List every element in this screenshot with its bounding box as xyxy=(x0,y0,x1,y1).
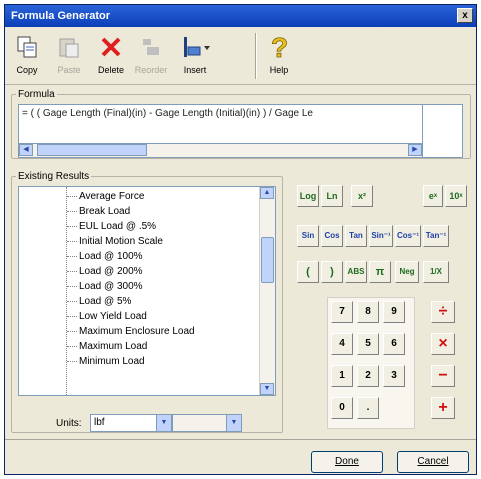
close-button[interactable]: x xyxy=(457,8,473,23)
svg-text:?: ? xyxy=(271,33,288,61)
results-tree[interactable]: Average Force Break Load EUL Load @ .5% … xyxy=(18,186,276,396)
acos-button[interactable]: Cos⁻¹ xyxy=(395,225,421,247)
divide-button[interactable]: ÷ xyxy=(431,301,455,323)
insert-button[interactable]: Insert xyxy=(177,33,213,79)
reorder-label: Reorder xyxy=(134,65,168,75)
add-button[interactable]: + xyxy=(431,397,455,419)
square-button[interactable]: x² xyxy=(351,185,373,207)
digit-2-button[interactable]: 2 xyxy=(357,365,379,387)
existing-results-legend: Existing Results xyxy=(18,171,90,182)
results-vertical-scrollbar[interactable]: ▲ ▼ xyxy=(259,187,275,395)
done-button[interactable]: Done xyxy=(311,451,383,473)
tree-item[interactable]: Break Load xyxy=(66,204,130,219)
pi-button[interactable]: π xyxy=(369,261,391,283)
tree-item[interactable]: Load @ 5% xyxy=(66,294,131,309)
atan-button[interactable]: Tan⁻¹ xyxy=(423,225,449,247)
toolbar-separator xyxy=(255,33,257,79)
chevron-down-icon[interactable]: ▼ xyxy=(226,415,241,431)
calculator-pad: Log Ln x² eˣ 10ˣ Sin Cos Tan Sin⁻¹ Cos⁻¹… xyxy=(289,173,471,435)
log-button[interactable]: Log xyxy=(297,185,319,207)
units-value: lbf xyxy=(94,417,105,428)
open-paren-button[interactable]: ( xyxy=(297,261,319,283)
cancel-label: Cancel xyxy=(417,456,449,467)
footer-divider xyxy=(5,439,476,440)
copy-label: Copy xyxy=(16,65,38,75)
formula-legend: Formula xyxy=(18,89,55,100)
tree-item[interactable]: EUL Load @ .5% xyxy=(66,219,156,234)
scroll-up-icon[interactable]: ▲ xyxy=(260,187,274,199)
scroll-thumb[interactable] xyxy=(261,237,274,283)
window-title: Formula Generator xyxy=(11,10,111,22)
neg-button[interactable]: Neg xyxy=(395,261,419,283)
help-label: Help xyxy=(269,65,289,75)
copy-button[interactable]: Copy xyxy=(9,33,45,79)
reorder-button[interactable]: Reorder xyxy=(133,33,169,79)
copy-icon xyxy=(9,33,45,61)
scroll-left-icon[interactable]: ◀ xyxy=(19,144,33,156)
digit-0-button[interactable]: 0 xyxy=(331,397,353,419)
digit-9-button[interactable]: 9 xyxy=(383,301,405,323)
digit-4-button[interactable]: 4 xyxy=(331,333,353,355)
delete-icon xyxy=(93,33,129,61)
paste-icon xyxy=(51,33,87,61)
tree-item[interactable]: Load @ 100% xyxy=(67,249,143,264)
tree-item[interactable]: Load @ 300% xyxy=(67,279,143,294)
reorder-icon xyxy=(133,33,169,61)
tree-item[interactable]: Load @ 200% xyxy=(67,264,143,279)
digit-7-button[interactable]: 7 xyxy=(331,301,353,323)
tree-item[interactable]: Average Force xyxy=(66,189,144,204)
formula-group: Formula = ( ( Gage Length (Final)(in) - … xyxy=(11,89,471,159)
multiply-button[interactable]: × xyxy=(431,333,455,355)
delete-button[interactable]: Delete xyxy=(93,33,129,79)
insert-label: Insert xyxy=(183,65,207,75)
toolbar: Copy Paste Delete Reorder Insert ? Help xyxy=(5,27,476,85)
close-paren-button[interactable]: ) xyxy=(321,261,343,283)
formula-generator-window: Formula Generator x Copy Paste Delete Re… xyxy=(4,4,477,475)
units-select[interactable]: lbf ▼ xyxy=(90,414,172,432)
digit-1-button[interactable]: 1 xyxy=(331,365,353,387)
digit-6-button[interactable]: 6 xyxy=(383,333,405,355)
existing-results-group: Existing Results Average Force Break Loa… xyxy=(11,171,283,433)
scroll-thumb[interactable] xyxy=(37,144,147,156)
chevron-down-icon[interactable]: ▼ xyxy=(156,415,171,431)
help-button[interactable]: ? Help xyxy=(261,33,297,79)
tree-item[interactable]: Initial Motion Scale xyxy=(67,234,163,249)
delete-label: Delete xyxy=(97,65,124,75)
pow10-button[interactable]: 10ˣ xyxy=(445,185,467,207)
digit-8-button[interactable]: 8 xyxy=(357,301,379,323)
scroll-right-icon[interactable]: ▶ xyxy=(408,144,422,156)
paste-label: Paste xyxy=(57,65,81,75)
tree-item[interactable]: Maximum Enclosure Load xyxy=(67,324,195,339)
tree-item[interactable]: Low Yield Load xyxy=(67,309,147,324)
formula-input[interactable]: = ( ( Gage Length (Final)(in) - Gage Len… xyxy=(18,104,423,144)
tree-connector-line xyxy=(66,187,67,395)
reciprocal-button[interactable]: 1/X xyxy=(423,261,449,283)
formula-horizontal-scrollbar[interactable]: ◀ ▶ xyxy=(18,144,423,158)
digit-3-button[interactable]: 3 xyxy=(383,365,405,387)
subtract-button[interactable]: − xyxy=(431,365,455,387)
units-secondary-select[interactable]: ▼ xyxy=(172,414,242,432)
help-icon: ? xyxy=(261,33,297,61)
cancel-button[interactable]: Cancel xyxy=(397,451,469,473)
ln-button[interactable]: Ln xyxy=(321,185,343,207)
tree-item[interactable]: Minimum Load xyxy=(67,354,145,369)
abs-button[interactable]: ABS xyxy=(345,261,367,283)
formula-side-panel xyxy=(423,104,463,158)
asin-button[interactable]: Sin⁻¹ xyxy=(369,225,393,247)
done-label: Done xyxy=(335,456,359,467)
tan-button[interactable]: Tan xyxy=(345,225,367,247)
units-label: Units: xyxy=(56,418,82,429)
title-bar: Formula Generator x xyxy=(5,5,476,27)
exp-button[interactable]: eˣ xyxy=(423,185,443,207)
tree-item[interactable]: Maximum Load xyxy=(66,339,147,354)
digit-5-button[interactable]: 5 xyxy=(357,333,379,355)
scroll-down-icon[interactable]: ▼ xyxy=(260,383,274,395)
insert-icon xyxy=(177,33,213,61)
paste-button[interactable]: Paste xyxy=(51,33,87,79)
sin-button[interactable]: Sin xyxy=(297,225,319,247)
decimal-button[interactable]: . xyxy=(357,397,379,419)
cos-button[interactable]: Cos xyxy=(321,225,343,247)
